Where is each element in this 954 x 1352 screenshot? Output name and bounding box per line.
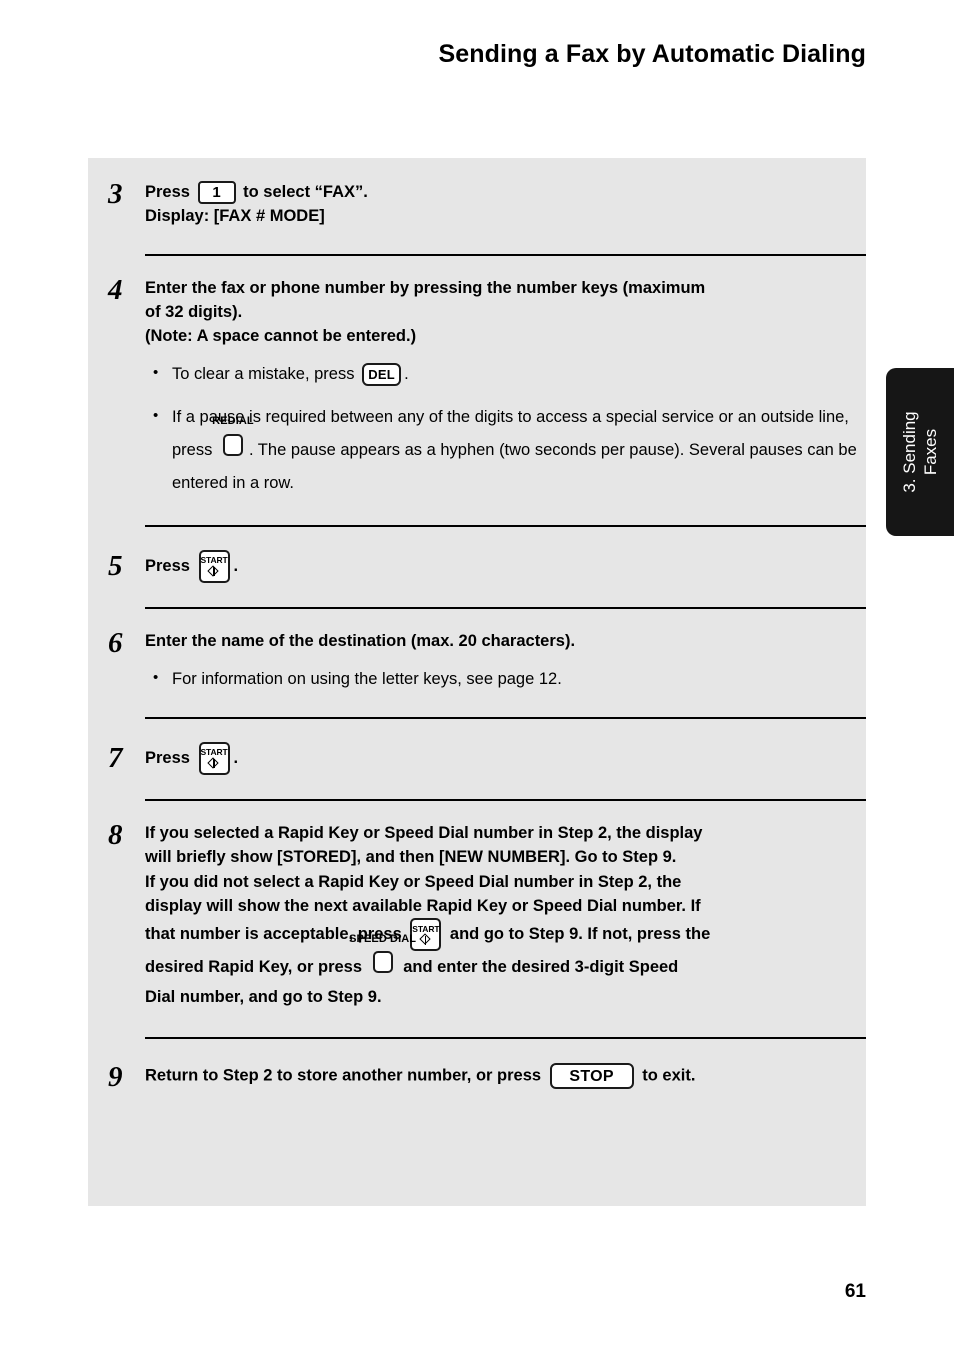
step-text-line: Dial number, and go to Step 9. (145, 987, 382, 1006)
step-number: 6 (108, 626, 123, 659)
step-text-line: Press 1 to select “FAX”. (145, 180, 858, 205)
list-item: To clear a mistake, press DEL. (145, 362, 858, 387)
step-6: 6 Enter the name of the destination (max… (88, 606, 866, 717)
start-diamond-icon (419, 933, 432, 946)
bullet-text-after: . (404, 365, 409, 384)
step-body: Return to Step 2 to store another number… (145, 1062, 866, 1089)
speed-dial-key[interactable]: SPEED DIAL (349, 933, 416, 984)
start-key-label: START (412, 923, 440, 934)
steps-panel: 3 Press 1 to select “FAX”. Display: [FAX… (88, 158, 866, 1206)
step-body: Press START. (145, 549, 866, 583)
side-tab-line-2: Faxes (920, 428, 940, 476)
step-text-after: and enter the desired 3-digit Speed (398, 958, 679, 977)
step-text-after: to select “FAX”. (238, 183, 368, 201)
start-diamond-icon (207, 757, 220, 770)
speed-dial-key-face[interactable] (372, 951, 393, 974)
bullet-list: For information on using the letter keys… (145, 667, 858, 692)
step-text-line: display will show the next available Rap… (145, 896, 701, 915)
bullet-text-after: . The pause appears as a hyphen (two sec… (172, 440, 857, 492)
step-text-line: If you did not select a Rapid Key or Spe… (145, 872, 682, 891)
step-number: 9 (108, 1060, 123, 1093)
step-text-line: If you selected a Rapid Key or Speed Dia… (145, 824, 703, 843)
step-8: 8 If you selected a Rapid Key or Speed D… (88, 799, 866, 1037)
speed-dial-key-label: SPEED DIAL (349, 932, 417, 945)
step-body: Press 1 to select “FAX”. Display: [FAX #… (145, 180, 866, 229)
step-9: 9 Return to Step 2 to store another numb… (88, 1036, 866, 1140)
step-text-line: Enter the name of the destination (max. … (145, 631, 576, 650)
step-text-line: will briefly show [STORED], and then [NE… (145, 848, 677, 867)
step-number: 8 (108, 819, 123, 852)
step-number: 5 (108, 549, 123, 582)
redial-key-label: REDIAL (212, 415, 254, 428)
step-body: Enter the name of the destination (max. … (145, 629, 866, 692)
start-key-label: START (200, 747, 228, 758)
page-title: Sending a Fax by Automatic Dialing (438, 40, 866, 68)
step-text-line: of 32 digits). (145, 302, 243, 321)
step-text-before: desired Rapid Key, or press (145, 958, 367, 977)
step-body: If you selected a Rapid Key or Speed Dia… (145, 821, 866, 1009)
step-number: 4 (108, 273, 123, 306)
step-number: 3 (108, 178, 123, 210)
step-text-line: Press START. (145, 742, 858, 776)
step-text-line: Press START. (145, 549, 858, 583)
bullet-text-before: To clear a mistake, press (172, 365, 360, 384)
redial-key[interactable]: REDIAL (212, 415, 254, 467)
side-tab-line-1: 3. Sending (900, 411, 920, 493)
start-diamond-icon (207, 564, 220, 578)
start-key[interactable]: START (198, 742, 230, 776)
del-key[interactable]: DEL (362, 363, 402, 387)
step-text-before: Press (145, 749, 195, 768)
step-text-line: that number is acceptable, press START a… (145, 918, 858, 952)
step-body: Enter the fax or phone number by pressin… (145, 276, 866, 499)
stop-key[interactable]: STOP (549, 1062, 634, 1089)
step-5: 5 Press START. (88, 524, 866, 607)
step-3: 3 Press 1 to select “FAX”. Display: [FAX… (88, 158, 866, 254)
redial-key-face[interactable] (222, 433, 243, 456)
number-key-1[interactable]: 1 (197, 181, 236, 205)
chapter-side-tab: 3. Sending Faxes (886, 368, 954, 536)
bullet-list: To clear a mistake, press DEL. If a paus… (145, 362, 858, 499)
start-key[interactable]: START (198, 549, 230, 583)
list-item: For information on using the letter keys… (145, 667, 858, 692)
step-text-line: (Note: A space cannot be entered.) (145, 327, 417, 345)
step-text-after: . (233, 556, 239, 575)
page-number: 61 (844, 1281, 866, 1302)
step-4: 4 Enter the fax or phone number by press… (88, 253, 866, 525)
step-7: 7 Press START. (88, 717, 866, 799)
step-text-line: desired Rapid Key, or press SPEED DIAL a… (145, 933, 858, 984)
step-text-after: and go to Step 9. If not, press the (445, 925, 711, 944)
step-text-before: Press (145, 556, 195, 575)
start-key-label: START (200, 555, 228, 566)
step-text-before: Return to Step 2 to store another number… (145, 1066, 546, 1085)
step-number: 7 (108, 742, 123, 775)
step-text-after: . (233, 749, 239, 768)
step-text-line: Return to Step 2 to store another number… (145, 1062, 858, 1089)
step-text-line: Enter the fax or phone number by pressin… (145, 278, 706, 297)
list-item: If a pause is required between any of th… (145, 401, 858, 499)
step-body: Press START. (145, 742, 866, 776)
step-display-line: Display: [FAX # MODE] (145, 207, 325, 226)
step-text-before: Press (145, 183, 195, 201)
step-text-after: to exit. (637, 1066, 696, 1085)
